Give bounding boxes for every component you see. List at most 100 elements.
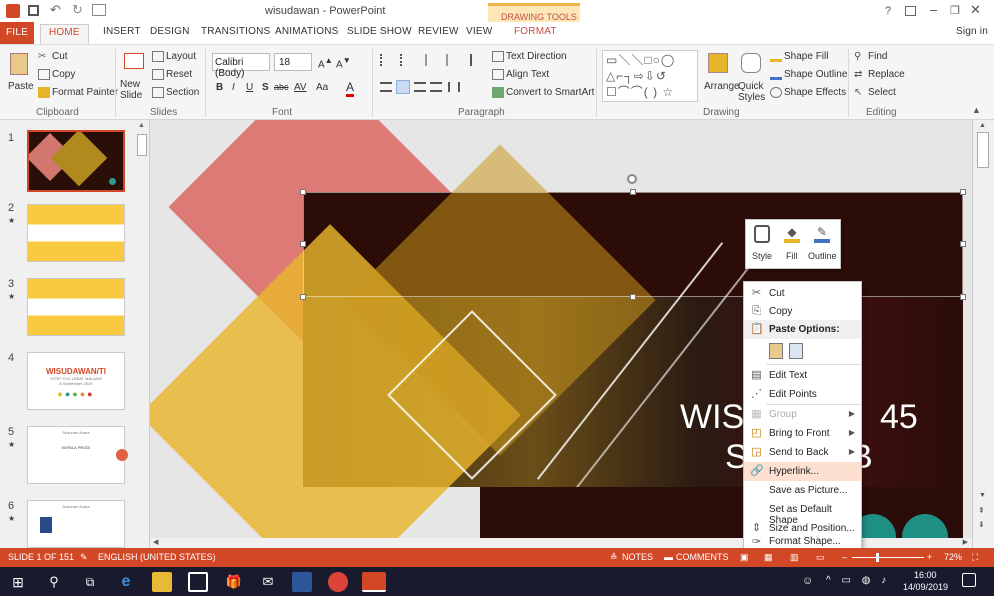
shape-outline-button[interactable]: Shape Outline (770, 69, 847, 80)
next-slide-icon[interactable]: ⇟ (978, 520, 985, 529)
font-color-button[interactable]: A (346, 80, 355, 97)
task-view-icon[interactable]: ⧉ (80, 572, 100, 592)
layout-button[interactable]: Layout (152, 51, 196, 62)
slide-sorter-icon[interactable]: ▦ (764, 552, 773, 563)
resize-handle[interactable] (630, 294, 636, 300)
help-button[interactable]: ? (885, 5, 891, 17)
maximize-button[interactable]: ❐ (950, 4, 960, 17)
vertical-scrollbar[interactable]: ▲ ▼ ⇞ ⇟ (972, 120, 994, 548)
zoom-level[interactable]: 72% (944, 552, 962, 562)
tab-slideshow[interactable]: SLIDE SHOW (347, 26, 412, 37)
tab-review[interactable]: REVIEW (418, 26, 459, 37)
thumb-scroll-up-icon[interactable]: ▲ (138, 122, 145, 129)
reading-view-icon[interactable]: ▥ (790, 552, 799, 563)
resize-handle[interactable] (300, 241, 306, 247)
scroll-up-icon[interactable]: ▲ (979, 122, 986, 129)
menu-item-edit-points[interactable]: ⋰ Edit Points (744, 385, 861, 404)
slide-thumbnail[interactable] (27, 130, 125, 192)
resize-handle[interactable] (300, 189, 306, 195)
outline-icon[interactable]: ✎ (814, 225, 830, 243)
quick-access-slideshow-icon[interactable] (92, 4, 106, 16)
columns-icon[interactable] (448, 82, 460, 92)
shape-effects-button[interactable]: Shape Effects (770, 87, 846, 98)
notification-icon[interactable] (962, 573, 976, 587)
fit-slide-icon[interactable]: ⛶ (972, 552, 978, 563)
copy-button[interactable]: Copy (38, 69, 75, 80)
file-explorer-icon[interactable] (152, 572, 172, 592)
arrange-icon[interactable] (708, 53, 728, 73)
resize-handle[interactable] (960, 189, 966, 195)
convert-smartart-button[interactable]: Convert to SmartArt (492, 87, 594, 98)
store-icon[interactable] (188, 572, 208, 592)
section-button[interactable]: Section (152, 87, 199, 98)
word-icon[interactable] (292, 572, 312, 592)
bold-button[interactable]: B (216, 82, 223, 93)
outdent-icon[interactable] (446, 54, 460, 66)
collapse-ribbon-icon[interactable]: ▲ (972, 105, 981, 115)
menu-item-send-to-back[interactable]: ◲ Send to Back ▶ (744, 443, 861, 462)
search-icon[interactable]: ⚲ (44, 572, 64, 592)
justify-icon[interactable] (430, 82, 442, 92)
format-painter-button[interactable]: Format Painter (38, 87, 118, 98)
outline-label[interactable]: Outline (808, 251, 837, 261)
resize-handle[interactable] (960, 294, 966, 300)
comments-icon[interactable]: ▬ (664, 552, 673, 562)
menu-item-set-default-shape[interactable]: Set as Default Shape (744, 500, 861, 526)
mail-icon[interactable]: ✉ (258, 572, 278, 592)
cut-button[interactable]: ✂ Cut (38, 51, 68, 62)
tab-format[interactable]: FORMAT (514, 26, 557, 37)
edge-icon[interactable]: e (116, 572, 136, 592)
menu-item-hyperlink[interactable]: 🔗 Hyperlink... (744, 462, 861, 481)
replace-button[interactable]: ⇄ Replace (854, 69, 905, 80)
tab-animations[interactable]: ANIMATIONS (275, 26, 338, 37)
align-left-icon[interactable] (380, 82, 392, 92)
slide-title-text[interactable]: 45 (880, 398, 918, 437)
fill-label[interactable]: Fill (786, 251, 798, 261)
close-button[interactable]: ✕ (970, 2, 981, 18)
ribbon-display-icon[interactable] (905, 6, 916, 16)
shrink-font-button[interactable]: A▼ (336, 55, 351, 70)
redo-icon[interactable]: ↻ (72, 2, 83, 18)
numbering-icon[interactable] (400, 54, 414, 66)
slide-thumbnail[interactable]: WISUDAWAN/TI STOP YOU LEBAT MALANG 8 Sep… (27, 352, 125, 410)
tab-view[interactable]: VIEW (466, 26, 492, 37)
paste-icon[interactable] (10, 53, 28, 75)
notes-button[interactable]: NOTES (622, 552, 653, 562)
thumb-scrollbar[interactable] (137, 134, 147, 156)
tab-home[interactable]: HOME (40, 24, 89, 44)
slide-thumbnail[interactable] (27, 204, 125, 262)
find-button[interactable]: ⚲ Find (854, 51, 887, 62)
minimize-button[interactable]: – (930, 2, 937, 17)
reset-button[interactable]: Reset (152, 69, 192, 80)
align-center-icon[interactable] (396, 80, 410, 94)
shadow-button[interactable]: S (262, 82, 269, 93)
scroll-down-icon[interactable]: ▼ (979, 492, 986, 499)
scroll-left-icon[interactable]: ◀ (153, 538, 158, 546)
resize-handle[interactable] (300, 294, 306, 300)
menu-item-edit-text[interactable]: ▤ Edit Text (744, 366, 861, 385)
grow-font-button[interactable]: A▲ (318, 55, 333, 70)
quick-styles-button[interactable]: Quick Styles (738, 81, 768, 103)
menu-item-cut[interactable]: ✂ Cut (744, 284, 861, 303)
italic-button[interactable]: I (232, 82, 235, 93)
arrange-button[interactable]: Arrange (704, 81, 740, 92)
tray-icons[interactable]: ^ ▭ ◍ ♪ (826, 575, 890, 586)
prev-slide-icon[interactable]: ⇞ (978, 506, 985, 515)
clock-date[interactable]: 14/09/2019 (903, 582, 948, 592)
shape-fill-button[interactable]: Shape Fill (770, 51, 828, 62)
indent-icon[interactable] (425, 54, 439, 66)
scroll-thumb[interactable] (977, 132, 989, 168)
font-name-select[interactable]: Calibri (Body) (212, 53, 270, 79)
slide-thumbnail[interactable] (27, 278, 125, 336)
tab-design[interactable]: DESIGN (150, 26, 190, 37)
align-right-icon[interactable] (414, 82, 426, 92)
strikethrough-button[interactable]: abc (274, 82, 289, 92)
normal-view-icon[interactable]: ▣ (740, 552, 749, 563)
font-size-select[interactable]: 18 (274, 53, 312, 71)
chrome-icon[interactable] (328, 572, 348, 592)
scroll-right-icon[interactable]: ▶ (963, 538, 968, 546)
language-indicator[interactable]: ENGLISH (UNITED STATES) (98, 552, 216, 562)
start-icon[interactable]: ⊞ (8, 572, 28, 592)
new-slide-icon[interactable] (124, 53, 144, 69)
notes-icon[interactable]: ≙ (610, 552, 618, 563)
